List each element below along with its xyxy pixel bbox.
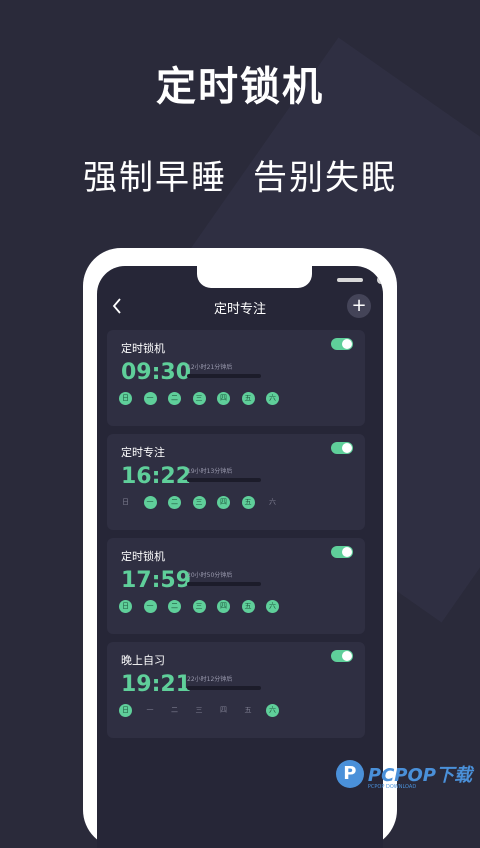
repeat-days: 日一二三四五六 [119, 392, 291, 405]
day-chip[interactable]: 四 [217, 496, 230, 509]
hero-subtitle-right: 告别失眠 [253, 158, 397, 198]
day-chip[interactable]: 五 [241, 496, 255, 509]
day-chip[interactable]: 二 [168, 496, 181, 509]
timer-title: 晚上自习 [121, 654, 165, 667]
hero-subtitle-left: 强制早睡 [83, 158, 227, 198]
day-chip[interactable]: 五 [241, 392, 255, 405]
plus-icon: + [351, 295, 367, 316]
header-title: 定时专注 [213, 302, 266, 317]
timer-toggle[interactable] [331, 338, 353, 350]
timer-time: 19:21 [121, 672, 192, 697]
timer-progress-bar [187, 582, 261, 586]
timer-toggle[interactable] [331, 650, 353, 662]
day-chip[interactable]: 三 [192, 496, 206, 509]
day-chip[interactable]: 日 [119, 496, 132, 509]
day-chip[interactable]: 六 [266, 496, 279, 509]
timer-card[interactable]: 晚上自习 19:21 22小时12分钟后日一二三四五六 [107, 642, 365, 738]
hero-title: 定时锁机 [156, 64, 324, 110]
timer-card[interactable]: 定时锁机 17:59 20小时50分钟后日一二三四五六 [107, 538, 365, 634]
timer-remaining: 20小时50分钟后 [187, 572, 233, 579]
timer-progress-bar [187, 478, 261, 482]
day-chip[interactable]: 五 [242, 704, 255, 717]
watermark-logo: P [335, 760, 364, 788]
day-chip[interactable]: 六 [266, 704, 279, 717]
timer-time: 09:30 [121, 360, 192, 385]
day-chip[interactable]: 一 [143, 600, 157, 613]
camera [377, 276, 383, 284]
timer-toggle[interactable] [331, 546, 353, 558]
repeat-days: 日一二三四五六 [119, 600, 291, 613]
day-chip[interactable]: 二 [168, 392, 181, 405]
app-header: 定时专注 + [97, 294, 383, 322]
day-chip[interactable]: 六 [266, 392, 279, 405]
timer-title: 定时锁机 [121, 550, 165, 563]
day-chip[interactable]: 三 [192, 392, 206, 405]
repeat-days: 日一二三四五六 [119, 704, 291, 717]
timer-title: 定时锁机 [121, 342, 165, 355]
day-chip[interactable]: 一 [143, 392, 157, 405]
day-chip[interactable]: 四 [217, 392, 230, 405]
add-button[interactable]: + [347, 294, 371, 318]
hero-subtitle: 强制早睡 告别失眠 [0, 150, 480, 199]
day-chip[interactable]: 日 [119, 392, 132, 405]
day-chip[interactable]: 日 [119, 704, 132, 717]
watermark-subtext: PCPOP DOWNLOAD [367, 784, 417, 790]
timer-remaining: 19小时13分钟后 [187, 468, 233, 475]
phone-notch [197, 266, 383, 288]
day-chip[interactable]: 四 [217, 704, 230, 717]
timer-time: 16:22 [121, 464, 192, 489]
day-chip[interactable]: 五 [241, 600, 255, 613]
day-chip[interactable]: 三 [193, 704, 206, 717]
timer-title: 定时专注 [121, 446, 165, 459]
day-chip[interactable]: 三 [192, 600, 206, 613]
day-chip[interactable]: 一 [143, 496, 157, 509]
timer-remaining: 12小时21分钟后 [187, 364, 233, 371]
day-chip[interactable]: 二 [168, 600, 181, 613]
watermark: P PCPOP下载 PCPOP DOWNLOAD [335, 756, 472, 792]
day-chip[interactable]: 一 [144, 704, 157, 717]
timer-remaining: 22小时12分钟后 [187, 676, 233, 683]
timer-toggle[interactable] [331, 442, 353, 454]
day-chip[interactable]: 日 [119, 600, 132, 613]
repeat-days: 日一二三四五六 [119, 496, 291, 509]
timer-time: 17:59 [121, 568, 192, 593]
timer-card[interactable]: 定时专注 16:22 19小时13分钟后日一二三四五六 [107, 434, 365, 530]
day-chip[interactable]: 四 [217, 600, 230, 613]
day-chip[interactable]: 二 [168, 704, 181, 717]
day-chip[interactable]: 六 [266, 600, 279, 613]
timer-progress-bar [187, 374, 261, 378]
speaker [337, 278, 363, 282]
timer-progress-bar [187, 686, 261, 690]
timer-card[interactable]: 定时锁机 09:30 12小时21分钟后日一二三四五六 [107, 330, 365, 426]
